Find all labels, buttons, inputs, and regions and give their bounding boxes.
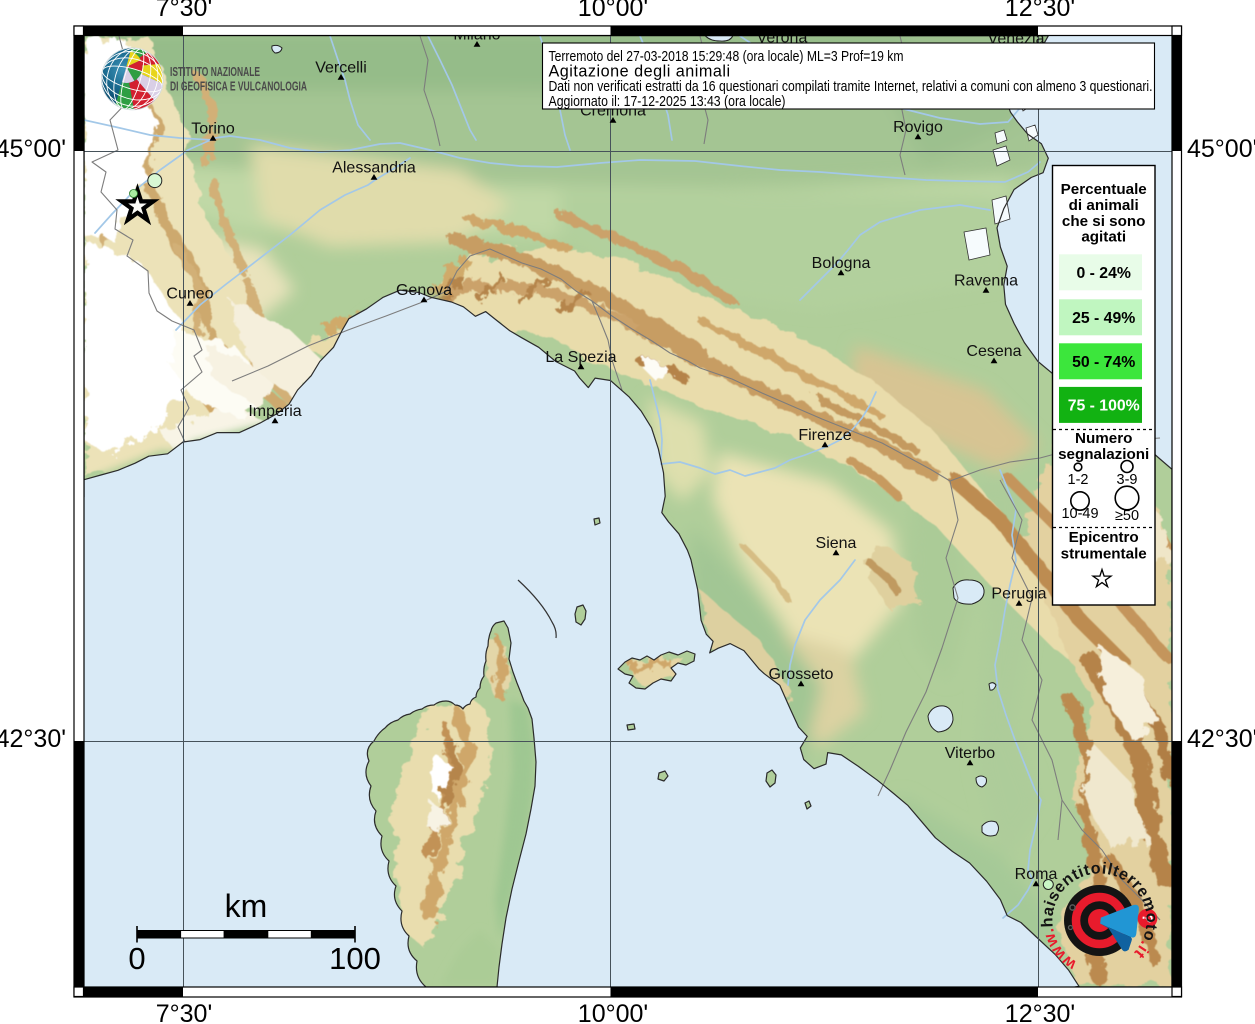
svg-text:che si sono: che si sono (1062, 213, 1146, 230)
svg-text:12°30': 12°30' (1005, 1000, 1075, 1024)
svg-text:Rovigo: Rovigo (893, 119, 943, 136)
svg-text:10-49: 10-49 (1061, 506, 1098, 522)
svg-text:strumentale: strumentale (1061, 546, 1147, 563)
svg-text:Dati non verificati estratti d: Dati non verificati estratti da 16 quest… (549, 79, 1153, 95)
svg-text:45°00': 45°00' (1187, 135, 1255, 163)
svg-text:Cesena: Cesena (966, 343, 1021, 360)
svg-text:75 - 100%: 75 - 100% (1068, 397, 1140, 414)
svg-text:Percentuale: Percentuale (1061, 181, 1147, 198)
svg-text:DI GEOFISICA E VULCANOLOGIA: DI GEOFISICA E VULCANOLOGIA (170, 79, 307, 94)
svg-text:1-2: 1-2 (1068, 472, 1089, 488)
svg-text:25 - 49%: 25 - 49% (1072, 310, 1135, 327)
svg-text:≥50: ≥50 (1115, 508, 1139, 524)
svg-text:10°00': 10°00' (578, 0, 648, 22)
svg-text:Ravenna: Ravenna (954, 273, 1018, 290)
svg-text:50 - 74%: 50 - 74% (1072, 354, 1135, 371)
svg-text:Genova: Genova (396, 282, 452, 299)
svg-text:Imperia: Imperia (248, 403, 301, 420)
svg-text:7°30': 7°30' (156, 0, 212, 22)
svg-text:segnalazioni: segnalazioni (1058, 446, 1149, 463)
svg-text:42°30': 42°30' (1187, 725, 1255, 753)
svg-text:Viterbo: Viterbo (945, 745, 996, 762)
svg-text:Epicentro: Epicentro (1069, 529, 1139, 546)
svg-text:Siena: Siena (816, 535, 857, 552)
svg-text:Numero: Numero (1075, 430, 1132, 447)
svg-text:Agitazione degli animali: Agitazione degli animali (549, 63, 731, 81)
svg-text:Vercelli: Vercelli (315, 60, 367, 77)
svg-text:Aggiornato il: 17-12-2025 13:4: Aggiornato il: 17-12-2025 13:43 (ora loc… (549, 94, 786, 110)
svg-text:7°30': 7°30' (156, 1000, 212, 1024)
svg-text:100: 100 (329, 941, 381, 976)
svg-text:Alessandria: Alessandria (332, 160, 416, 177)
svg-text:Firenze: Firenze (798, 427, 851, 444)
svg-text:Torino: Torino (191, 121, 235, 138)
svg-text:42°30': 42°30' (0, 725, 66, 753)
svg-text:Grosseto: Grosseto (769, 666, 834, 683)
svg-text:agitati: agitati (1081, 229, 1126, 246)
svg-text:0: 0 (128, 941, 145, 976)
svg-text:0 - 24%: 0 - 24% (1076, 265, 1130, 282)
svg-text:12°30': 12°30' (1005, 0, 1075, 22)
svg-text:Bologna: Bologna (812, 255, 871, 272)
svg-text:ISTITUTO NAZIONALE: ISTITUTO NAZIONALE (170, 64, 260, 79)
svg-text:10°00': 10°00' (578, 1000, 648, 1024)
svg-text:La Spezia: La Spezia (545, 349, 616, 366)
svg-text:km: km (225, 888, 268, 924)
svg-text:45°00': 45°00' (0, 135, 66, 163)
svg-text:Perugia: Perugia (991, 586, 1046, 603)
svg-text:Cuneo: Cuneo (166, 286, 213, 303)
svg-text:di animali: di animali (1069, 197, 1139, 214)
